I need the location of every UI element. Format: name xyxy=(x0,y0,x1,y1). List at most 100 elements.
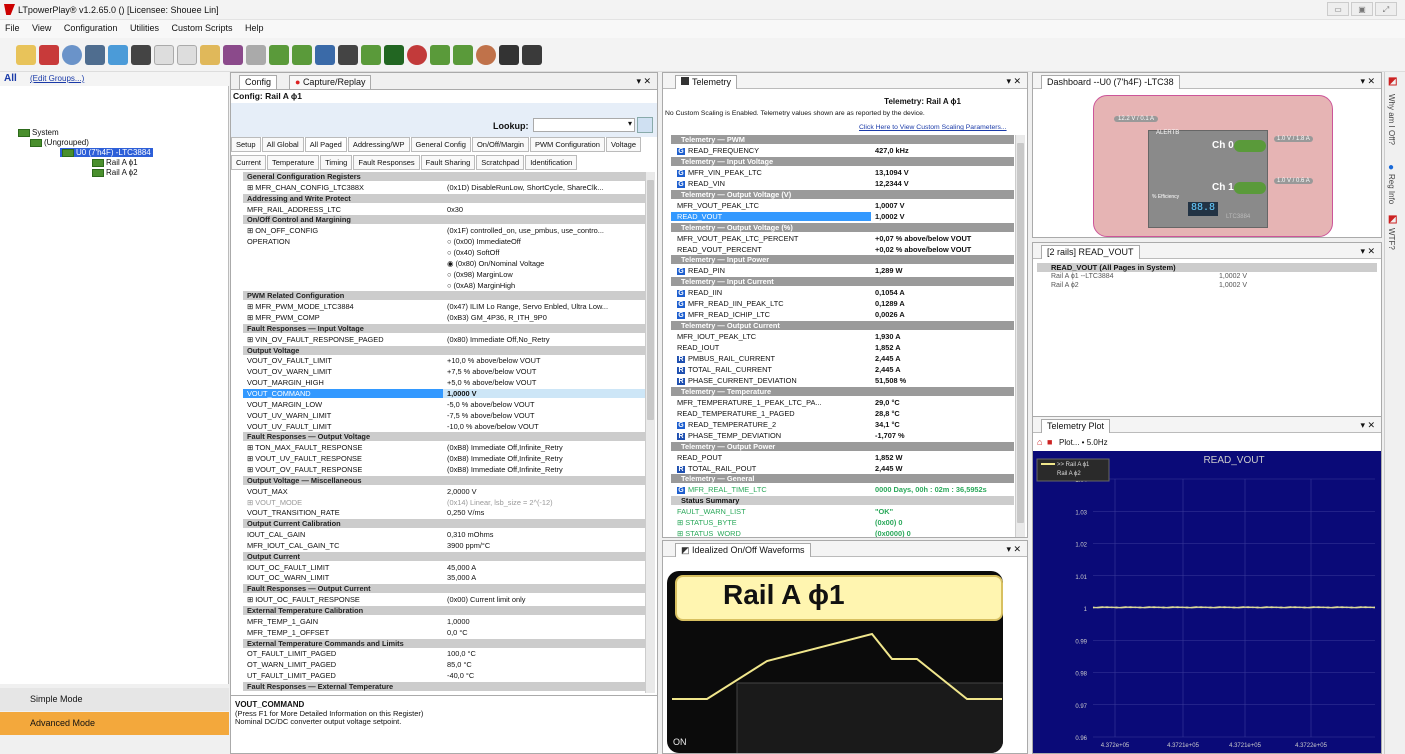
close-button[interactable]: ⤢ xyxy=(1375,2,1397,16)
why-am-i-off-tab[interactable]: Why am I Off? xyxy=(1387,94,1396,145)
telemetry-row[interactable]: MFR_IOUT_PEAK_LTC 1,930 A xyxy=(671,332,1014,341)
tab-scratchpad[interactable]: Scratchpad xyxy=(476,155,525,170)
config-register-row[interactable]: MFR_IOUT_CAL_GAIN_TC 3900 ppm/°C xyxy=(243,541,646,550)
tab-read-vout[interactable]: [2 rails] READ_VOUT xyxy=(1041,245,1140,259)
config-register-row[interactable]: OT_WARN_LIMIT_PAGED 85,0 °C xyxy=(243,660,646,669)
write-icon[interactable] xyxy=(315,44,335,65)
menu-configuration[interactable]: Configuration xyxy=(59,20,123,36)
minimize-button[interactable]: ▭ xyxy=(1327,2,1349,16)
tab-all-paged[interactable]: All Paged xyxy=(304,137,347,152)
tab-telemetry-plot[interactable]: Telemetry Plot xyxy=(1041,419,1111,433)
config-register-row[interactable]: VOUT_COMMAND 1,0000 V xyxy=(243,389,646,398)
tree-ungrouped[interactable]: (Ungrouped) xyxy=(30,138,89,147)
cf-icon[interactable] xyxy=(361,44,381,65)
config-register-row[interactable]: ⊞ MFR_PWM_COMP (0xB3) GM_4P36, R_ITH_9P0 xyxy=(243,313,646,322)
lookup-search-icon[interactable] xyxy=(637,117,653,133)
home-icon[interactable]: ⌂ xyxy=(1037,437,1042,447)
telemetry-row[interactable]: G READ_FREQUENCY 427,0 kHz xyxy=(671,146,1014,155)
tab-on-off-margin[interactable]: On/Off/Margin xyxy=(471,137,529,152)
config-register-row[interactable]: ⊞ VOUT_UV_FAULT_RESPONSE (0xB8) Immediate… xyxy=(243,454,646,463)
v-icon[interactable] xyxy=(499,44,519,65)
telemetry-row[interactable]: R TOTAL_RAIL_CURRENT 2,445 A xyxy=(671,365,1014,374)
config-register-row[interactable]: VOUT_OV_WARN_LIMIT +7,5 % above/below VOU… xyxy=(243,367,646,376)
telemetry-row[interactable]: G MFR_REAL_TIME_LTC 0000 Days, 00h : 02m :… xyxy=(671,485,1014,495)
config-panel-close-button[interactable]: ▾ ✕ xyxy=(636,76,651,87)
config-register-row[interactable]: ⊞ VOUT_OV_FAULT_RESPONSE (0xB8) Immediate… xyxy=(243,465,646,474)
tab-current[interactable]: Current xyxy=(231,155,267,170)
tab-config[interactable]: Config xyxy=(239,75,278,89)
advanced-mode-button[interactable]: Advanced Mode xyxy=(0,712,229,735)
telemetry-row[interactable]: MFR_TEMPERATURE_1_PEAK_LTC_PA... 29,0 °C xyxy=(671,398,1014,407)
reset-icon[interactable] xyxy=(407,44,427,65)
telemetry-row[interactable]: R TOTAL_RAIL_POUT 2,445 W xyxy=(671,464,1014,473)
waveform-close-button[interactable]: ▾ ✕ xyxy=(1006,544,1021,555)
telemetry-row[interactable]: ⊞ STATUS_BYTE (0x00) 0 xyxy=(671,518,1014,527)
config-scrollbar[interactable] xyxy=(645,172,655,693)
wtf-tab[interactable]: WTF? xyxy=(1387,228,1396,250)
paste-icon[interactable] xyxy=(177,44,197,65)
config-register-row[interactable]: ◉ (0x80) On/Nominal Voltage xyxy=(243,259,646,268)
config-register-row[interactable]: ⊞ VIN_OV_FAULT_RESPONSE_PAGED (0x80) Imme… xyxy=(243,335,646,344)
nvm-to-ram-icon[interactable] xyxy=(453,44,473,65)
lookup-input[interactable]: ▾ xyxy=(533,118,635,132)
tab-waveforms[interactable]: ◩ Idealized On/Off Waveforms xyxy=(675,543,811,557)
config-register-row[interactable]: VOUT_MARGIN_HIGH +5,0 % above/below VOUT xyxy=(243,378,646,387)
config-register-row[interactable]: VOUT_OV_FAULT_LIMIT +10,0 % above/below V… xyxy=(243,356,646,365)
telemetry-scrollbar[interactable] xyxy=(1015,135,1025,537)
config-register-row[interactable]: VOUT_MARGIN_LOW -5,0 % above/below VOUT xyxy=(243,400,646,409)
telemetry-row[interactable]: MFR_VOUT_PEAK_LTC_PERCENT +0,07 % above/b… xyxy=(671,234,1014,243)
config-register-row[interactable]: VOUT_MAX 2,0000 V xyxy=(243,487,646,496)
tree-device-u0[interactable]: U0 (7'h4F) -LTC3884 xyxy=(60,148,153,157)
stop-icon[interactable]: ■ xyxy=(1047,437,1052,447)
config-register-row[interactable]: ○ (0x98) MarginLow xyxy=(243,270,646,279)
config-register-row[interactable]: MFR_RAIL_ADDRESS_LTC 0x30 xyxy=(243,205,646,214)
config-register-row[interactable]: OPERATION ○ (0x00) ImmediateOff xyxy=(243,237,646,246)
tree-rail-a1[interactable]: Rail A ϕ1 xyxy=(92,158,138,167)
tab-setup[interactable]: Setup xyxy=(231,137,261,152)
group-op-icon[interactable] xyxy=(522,44,542,65)
maximize-button[interactable]: ▣ xyxy=(1351,2,1373,16)
tab-voltage[interactable]: Voltage xyxy=(605,137,641,152)
dashboard-close-button[interactable]: ▾ ✕ xyxy=(1360,76,1375,87)
config-register-row[interactable]: ○ (0x40) SoftOff xyxy=(243,248,646,257)
custom-scaling-link[interactable]: Click Here to View Custom Scaling Parame… xyxy=(859,124,1007,131)
menu-file[interactable]: File xyxy=(0,20,25,36)
tab-fault-sharing[interactable]: Fault Sharing xyxy=(420,155,476,170)
config-register-row[interactable]: ⊞ MFR_CHAN_CONFIG_LTC388X (0x1D) DisableR… xyxy=(243,183,646,192)
telemetry-row[interactable]: G READ_VIN 12,2344 V xyxy=(671,179,1014,188)
tree-system[interactable]: System xyxy=(18,128,59,137)
copy-icon[interactable] xyxy=(154,44,174,65)
reg-info-tab[interactable]: Reg Info xyxy=(1387,174,1396,204)
telemetry-row[interactable]: G READ_IIN 0,1054 A xyxy=(671,288,1014,298)
pc-ram-icon[interactable] xyxy=(269,44,289,65)
menu-custom-scripts[interactable]: Custom Scripts xyxy=(167,20,238,36)
puzzle-icon[interactable] xyxy=(108,44,128,65)
telemetry-row[interactable]: FAULT_WARN_LIST "OK" xyxy=(671,507,1014,516)
menu-view[interactable]: View xyxy=(27,20,56,36)
edit-groups-link[interactable]: (Edit Groups...) xyxy=(30,74,84,83)
simple-mode-button[interactable]: Simple Mode xyxy=(0,688,229,711)
telemetry-row[interactable]: READ_VOUT_PERCENT +0,02 % above/below VOU… xyxy=(671,245,1014,254)
clear-faults-icon[interactable] xyxy=(384,44,404,65)
telemetry-row[interactable]: ⊞ STATUS_WORD (0x0000) 0 xyxy=(671,529,1014,537)
config-register-row[interactable]: ⊞ ON_OFF_CONFIG (0x1F) controlled_on, use… xyxy=(243,226,646,235)
plot-rate-dropdown[interactable]: Plot... • 5.0Hz xyxy=(1059,438,1108,447)
config-register-row[interactable]: UT_FAULT_LIMIT_PAGED -40,0 °C xyxy=(243,671,646,680)
tab-all-global[interactable]: All Global xyxy=(261,137,304,152)
go-icon[interactable] xyxy=(246,44,266,65)
tab-general-config[interactable]: General Config xyxy=(410,137,471,152)
ram-to-nvm-icon[interactable] xyxy=(430,44,450,65)
tree-rail-a2[interactable]: Rail A ϕ2 xyxy=(92,168,138,177)
telemetry-row[interactable]: R PMBUS_RAIL_CURRENT 2,445 A xyxy=(671,354,1014,363)
config-register-row[interactable]: ⊞ IOUT_OC_FAULT_RESPONSE (0x00) Current l… xyxy=(243,595,646,604)
tab-telemetry[interactable]: Telemetry xyxy=(675,75,738,89)
nvm-ram-icon[interactable] xyxy=(292,44,312,65)
config-register-row[interactable]: VOUT_TRANSITION_RATE 0,250 V/ms xyxy=(243,508,646,517)
config-register-row[interactable]: VOUT_UV_WARN_LIMIT -7,5 % above/below VOU… xyxy=(243,411,646,420)
config-register-row[interactable]: IOUT_OC_WARN_LIMIT 35,000 A xyxy=(243,573,646,582)
wand-icon[interactable] xyxy=(200,44,220,65)
telemetry-close-button[interactable]: ▾ ✕ xyxy=(1006,76,1021,87)
telemetry-row[interactable]: R PHASE_CURRENT_DEVIATION 51,508 % xyxy=(671,376,1014,385)
telemetry-row[interactable]: G MFR_VIN_PEAK_LTC 13,1094 V xyxy=(671,168,1014,177)
telemetry-row[interactable]: G MFR_READ_ICHIP_LTC 0,0026 A xyxy=(671,310,1014,320)
